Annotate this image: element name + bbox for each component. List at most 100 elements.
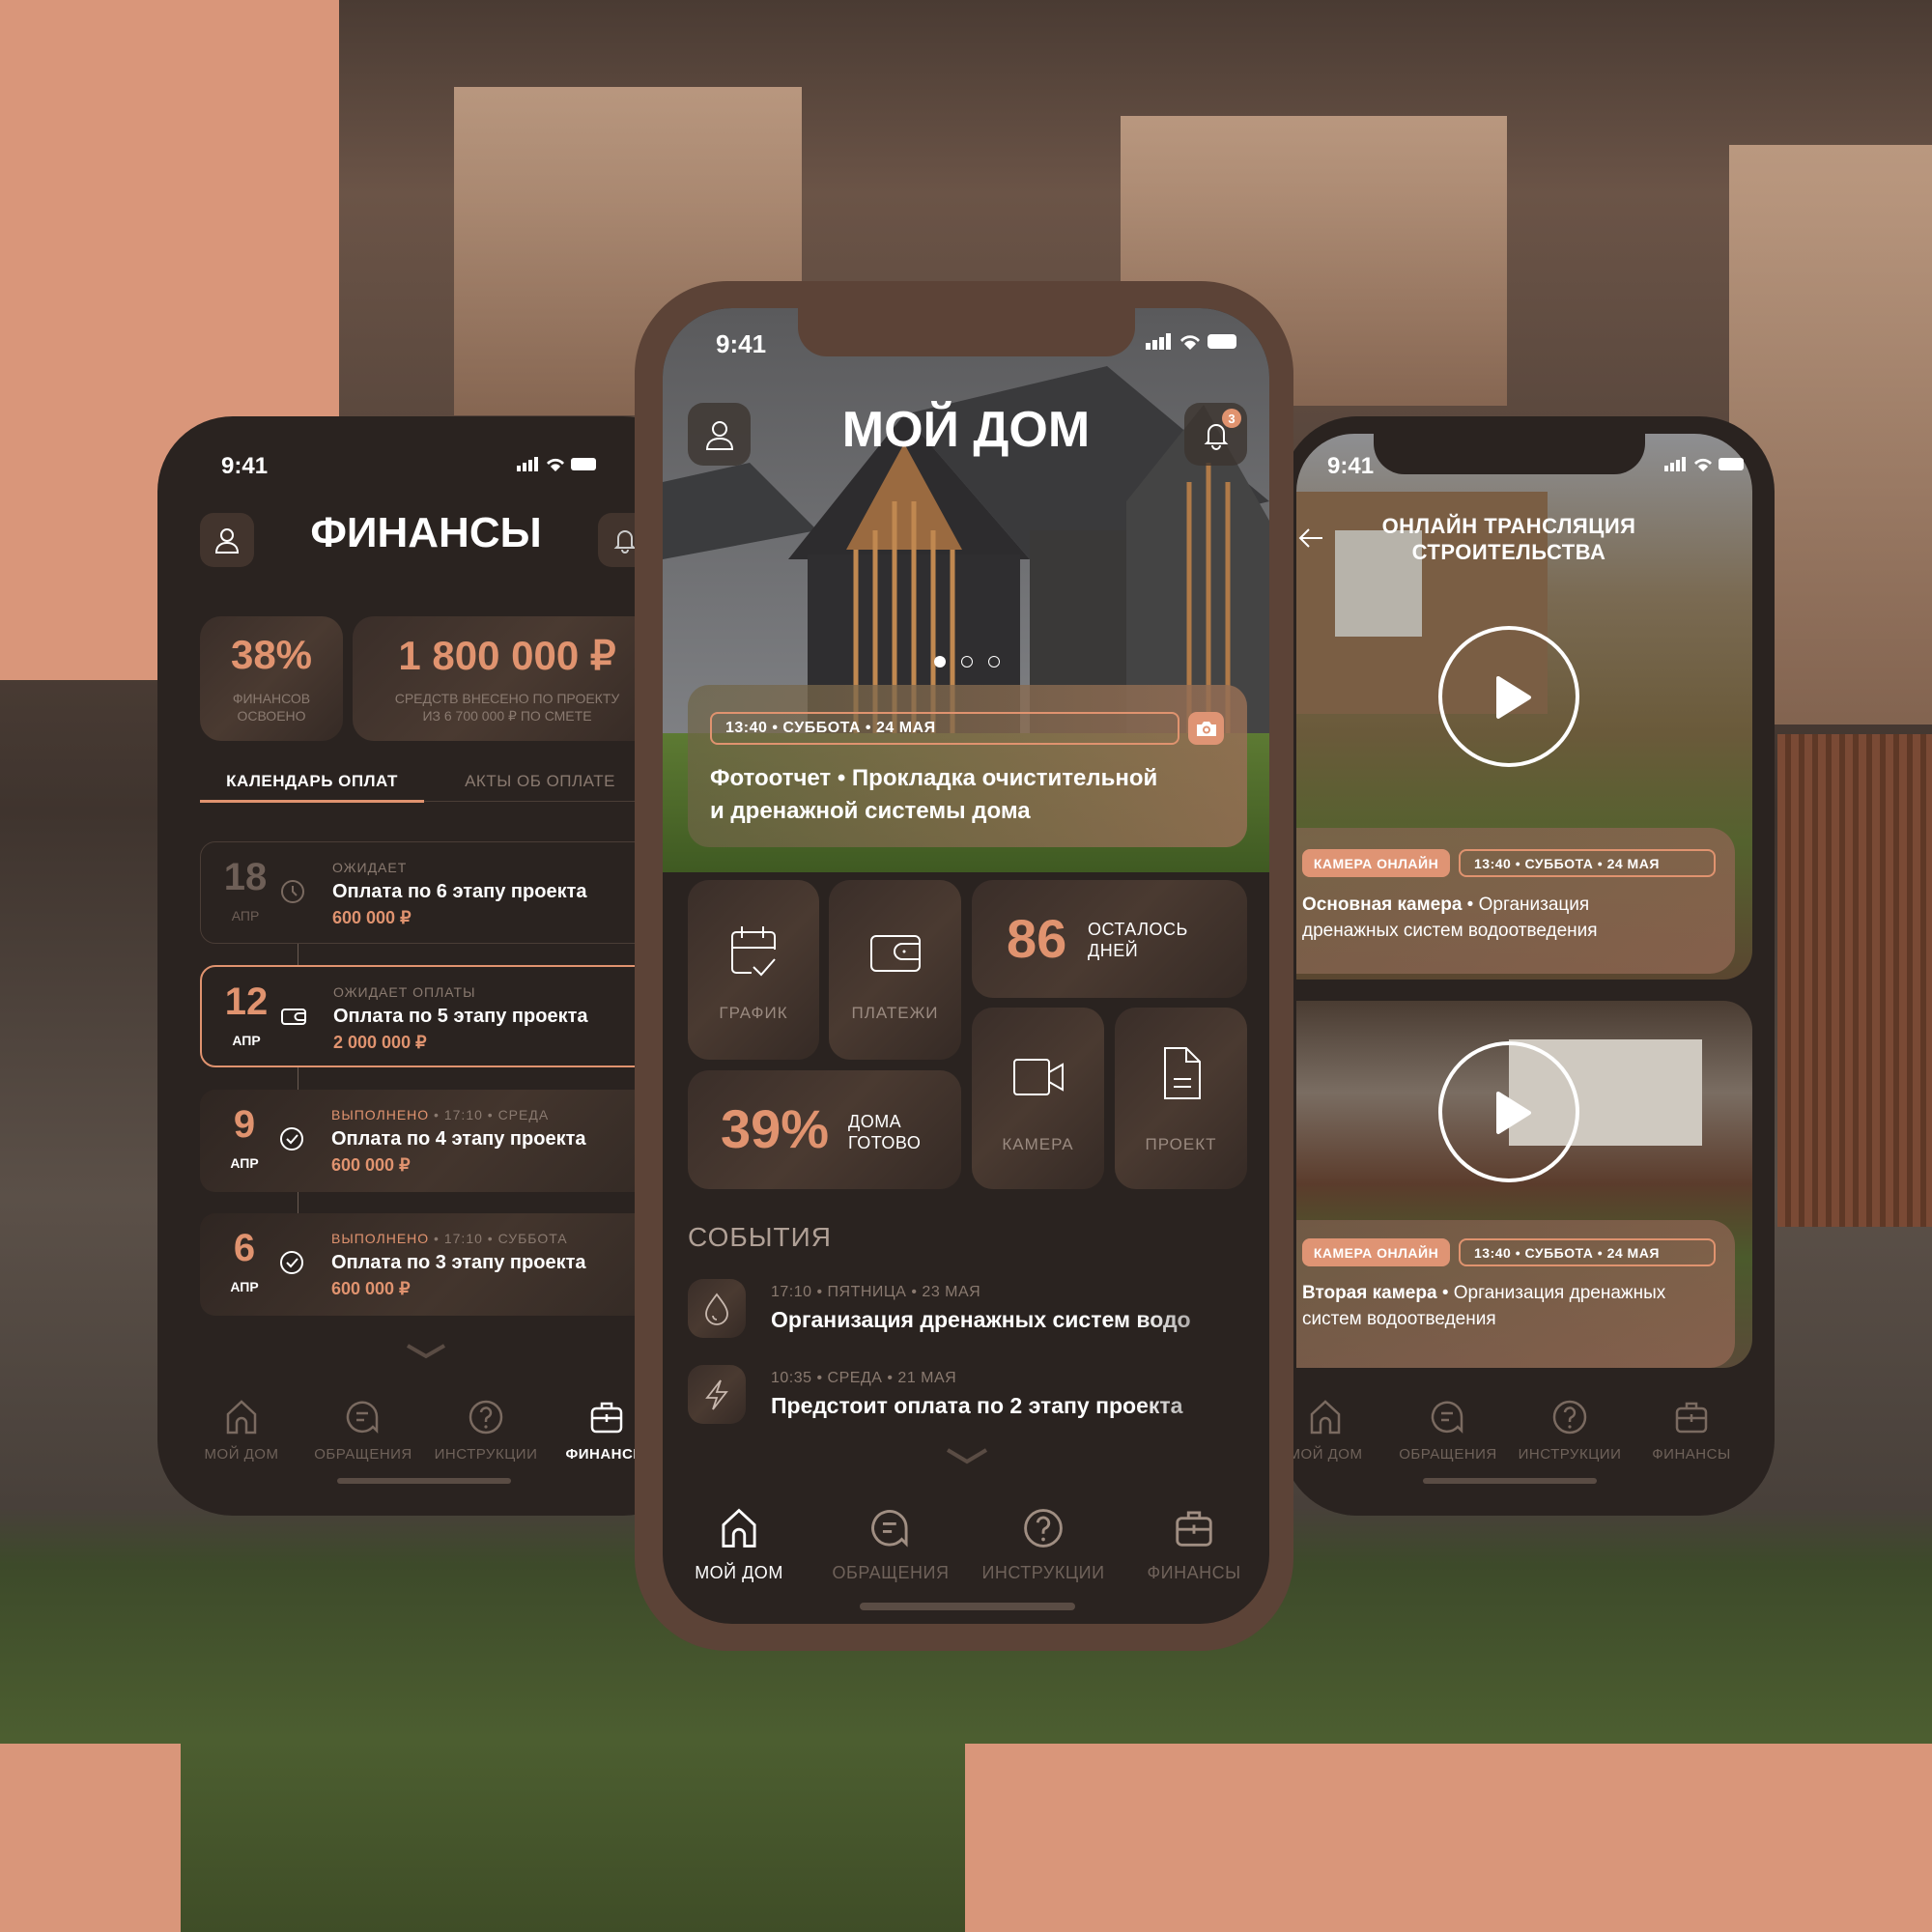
back-arrow-icon[interactable] [1297, 526, 1324, 550]
tile-days-left[interactable]: 86 ОСТАЛОСЬ ДНЕЙ [972, 880, 1247, 998]
play-icon [1496, 1092, 1531, 1134]
photo-report-title: Фотоотчет • Прокладка очистительной и дре… [710, 765, 1158, 824]
wallet-icon [281, 1009, 306, 1025]
event-date: 10:35 • СРЕДА • 21 МАЯ [771, 1370, 957, 1386]
nav-item-instructions[interactable]: ИНСТРУКЦИИ [418, 1446, 554, 1463]
tab-active-indicator [200, 800, 424, 803]
tile-payments[interactable]: ПЛАТЕЖИ [829, 880, 961, 1060]
user-icon [705, 420, 733, 450]
event-title[interactable]: Организация дренажных систем водо [771, 1307, 1225, 1333]
stat-card-finances: 38% ФИНАНСОВ ОСВОЕНО [200, 616, 343, 741]
play-button[interactable] [1438, 1041, 1579, 1182]
photo-report-card[interactable]: 13:40 • СУББОТА • 24 МАЯ Фотоотчет • Про… [688, 685, 1247, 847]
camera-1-card[interactable]: КАМЕРА ОНЛАЙН 13:40 • СУББОТА • 24 МАЯ О… [1296, 828, 1735, 974]
briefcase-icon[interactable] [1172, 1506, 1216, 1550]
profile-button[interactable] [688, 403, 751, 466]
status-time: 9:41 [716, 329, 767, 358]
payment-day: 9 [233, 1103, 256, 1146]
nav-item-home[interactable]: МОЙ ДОМ [1282, 1446, 1393, 1463]
notch [798, 308, 1135, 356]
readiness-value: 39% [721, 1098, 830, 1159]
question-icon[interactable] [467, 1398, 505, 1436]
question-icon[interactable] [1550, 1398, 1589, 1436]
camera-date: 13:40 • СУББОТА • 24 МАЯ [1459, 1238, 1716, 1266]
nav-item-requests[interactable]: ОБРАЩЕНИЯ [296, 1446, 431, 1463]
nav-item-finances[interactable]: ФИНАНСЫ [1624, 1446, 1759, 1463]
document-icon [1164, 1047, 1201, 1099]
home-icon[interactable] [1306, 1398, 1345, 1436]
tab-payment-acts[interactable]: АКТЫ ОБ ОПЛАТЕ [428, 772, 652, 791]
nav-item-instructions[interactable]: ИНСТРУКЦИИ [1502, 1446, 1637, 1463]
tile-label: ПЛАТЕЖИ [851, 1004, 939, 1022]
nav-item-requests[interactable]: ОБРАЩЕНИЯ [1380, 1446, 1516, 1463]
carousel-dot[interactable] [961, 656, 973, 668]
tile-label: ГРАФИК [719, 1004, 788, 1022]
payment-amount: 600 000 ₽ [332, 908, 412, 927]
calendar-check-icon [731, 926, 776, 977]
stat-label: СРЕДСТВ ВНЕСЕНО ПО ПРОЕКТУ ИЗ 6 700 000 ₽… [394, 691, 620, 724]
payment-status: ОЖИДАЕТ ОПЛАТЫ [333, 984, 476, 1000]
nav-item-requests[interactable]: ОБРАЩЕНИЯ [813, 1563, 968, 1583]
chevron-down-icon[interactable] [405, 1342, 447, 1361]
check-circle-icon [280, 1251, 303, 1274]
play-button[interactable] [1438, 626, 1579, 767]
event-icon-box [688, 1365, 746, 1424]
photo-button[interactable] [1188, 712, 1224, 745]
home-icon[interactable] [717, 1506, 761, 1550]
payment-amount: 600 000 ₽ [331, 1279, 411, 1298]
payment-row[interactable]: 9 АПР ВЫПОЛНЕНО • 17:10 • СРЕДА Оплата п… [200, 1090, 698, 1192]
page-title: ФИНАНСЫ [310, 509, 542, 556]
payment-month: АПР [230, 1155, 259, 1171]
decor-block [0, 1744, 181, 1932]
home-icon[interactable] [222, 1398, 261, 1436]
readiness-label: ДОМА ГОТОВО [848, 1112, 922, 1152]
briefcase-icon[interactable] [1672, 1398, 1711, 1436]
payment-day: 12 [224, 980, 269, 1023]
carousel-dot-active[interactable] [934, 656, 946, 668]
camera-phone: 9:41 ОНЛАЙН ТРАНСЛЯЦИЯ СТРОИТЕЛЬСТВА КАМЕ… [1282, 416, 1775, 1516]
tab-payment-calendar[interactable]: КАЛЕНДАРЬ ОПЛАТ [200, 772, 424, 791]
tile-label: КАМЕРА [1002, 1135, 1074, 1153]
profile-button[interactable] [200, 513, 254, 567]
tile-readiness[interactable]: 39% ДОМА ГОТОВО [688, 1070, 961, 1189]
stat-value: 1 800 000 ₽ [398, 633, 616, 678]
page-title: ОНЛАЙН ТРАНСЛЯЦИЯ СТРОИТЕЛЬСТВА [1381, 514, 1636, 564]
video-camera-icon [1013, 1059, 1064, 1095]
status-icons [1146, 333, 1236, 350]
camera-description: Вторая камера • Организация дренажных сис… [1302, 1283, 1666, 1329]
payment-row[interactable]: 18 АПР ОЖИДАЕТ Оплата по 6 этапу проекта… [200, 841, 698, 944]
question-icon[interactable] [1021, 1506, 1065, 1550]
nav-item-instructions[interactable]: ИНСТРУКЦИИ [966, 1563, 1121, 1583]
payment-month: АПР [232, 1033, 261, 1048]
chat-icon[interactable] [1429, 1398, 1467, 1436]
chat-icon[interactable] [344, 1398, 383, 1436]
chat-icon[interactable] [868, 1506, 913, 1550]
payment-row[interactable]: 12 АПР ОЖИДАЕТ ОПЛАТЫ Оплата по 5 этапу … [200, 965, 698, 1067]
payment-row[interactable]: 6 АПР ВЫПОЛНЕНО • 17:10 • СУББОТА Оплата… [200, 1213, 698, 1316]
tile-camera[interactable]: КАМЕРА [972, 1008, 1104, 1189]
notifications-button[interactable]: 3 [1184, 403, 1247, 466]
status-icons [1664, 457, 1744, 471]
nav-item-home[interactable]: МОЙ ДОМ [174, 1446, 309, 1463]
nav-item-home[interactable]: МОЙ ДОМ [663, 1563, 816, 1583]
tile-project[interactable]: ПРОЕКТ [1115, 1008, 1247, 1189]
event-title[interactable]: Предстоит оплата по 2 этапу проекта [771, 1393, 1225, 1419]
tile-schedule[interactable]: ГРАФИК [688, 880, 819, 1060]
chevron-down-icon[interactable] [945, 1446, 989, 1467]
carousel-dot[interactable] [988, 656, 1000, 668]
home-phone: 9:41 МОЙ ДОМ 3 13:40 • СУББОТА • 24 МАЯ … [635, 281, 1293, 1651]
stat-card-paid: 1 800 000 ₽ СРЕДСТВ ВНЕСЕНО ПО ПРОЕКТУ ИЗ… [353, 616, 662, 741]
camera-2-card[interactable]: КАМЕРА ОНЛАЙН 13:40 • СУББОТА • 24 МАЯ В… [1296, 1220, 1735, 1368]
briefcase-icon[interactable] [587, 1398, 626, 1436]
payment-status: ВЫПОЛНЕНО • 17:10 • СРЕДА [331, 1107, 550, 1122]
days-left-label: ОСТАЛОСЬ ДНЕЙ [1088, 920, 1188, 960]
event-date: 17:10 • ПЯТНИЦА • 23 МАЯ [771, 1284, 981, 1300]
stat-label: ФИНАНСОВ ОСВОЕНО [232, 691, 311, 724]
camera-date: 13:40 • СУББОТА • 24 МАЯ [1459, 849, 1716, 877]
notification-badge: 3 [1222, 409, 1241, 428]
payment-title: Оплата по 3 этапу проекта [331, 1252, 586, 1273]
camera-online-badge: КАМЕРА ОНЛАЙН [1302, 1238, 1450, 1266]
play-icon [1496, 676, 1531, 719]
payment-month: АПР [231, 908, 260, 923]
nav-item-finances[interactable]: ФИНАНСЫ [1117, 1563, 1269, 1583]
